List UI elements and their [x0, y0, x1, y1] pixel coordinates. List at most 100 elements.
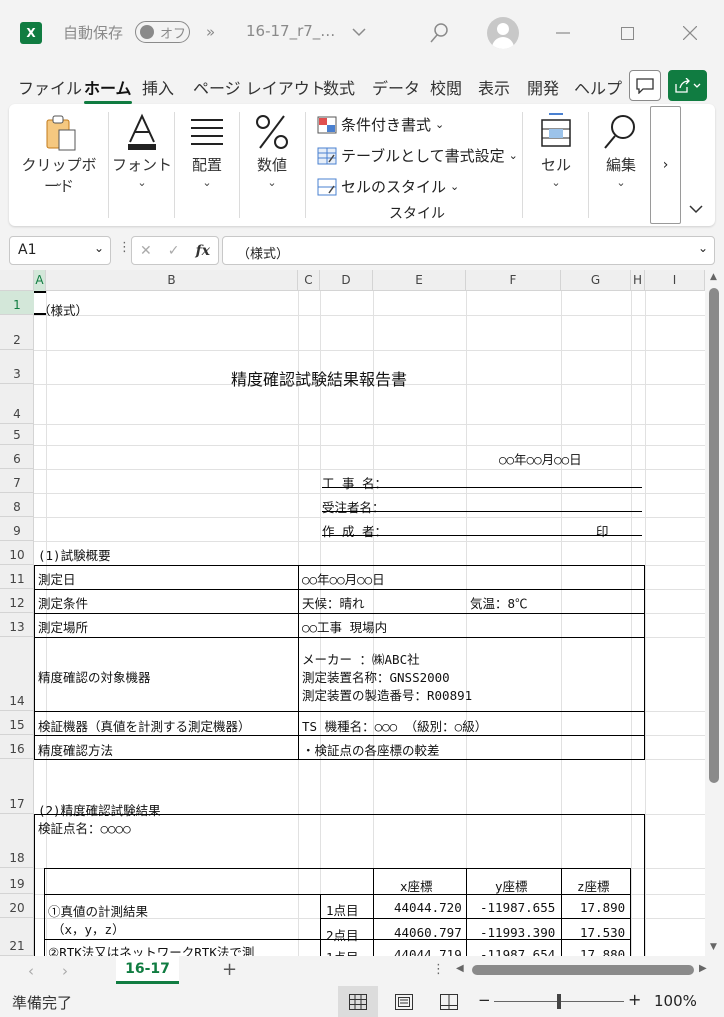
measure1-label[interactable]: ①真値の計測結果 [48, 901, 148, 920]
vertical-scrollbar[interactable]: ▲ ▼ [705, 270, 724, 956]
tab-insert[interactable]: 挿入 [142, 75, 174, 99]
editing-group[interactable]: 編集 ⌄ [589, 104, 653, 226]
tab-review[interactable]: 校閲 [430, 75, 462, 99]
measure1-sub[interactable]: （x，y，z） [52, 919, 125, 938]
cells-group[interactable]: セル ⌄ [524, 104, 588, 226]
insert-function-icon[interactable]: fx [196, 243, 210, 259]
x3[interactable]: 44044.719 [394, 947, 462, 956]
row-header-13[interactable]: 13 [0, 613, 34, 637]
row-header-12[interactable]: 12 [0, 589, 34, 613]
value-verify-device[interactable]: TS 機種名：○○○ （級別：○級） [302, 716, 487, 735]
point-2[interactable]: 2点目 [326, 925, 359, 944]
autosave-toggle[interactable]: オフ [135, 21, 190, 43]
tab-file[interactable]: ファイル [18, 75, 82, 99]
overview-heading[interactable]: (1)試験概要 [38, 545, 111, 564]
label-target[interactable]: 精度確認の対象機器 [38, 667, 151, 686]
select-all-button[interactable] [0, 270, 34, 291]
label-date[interactable]: 測定日 [38, 569, 76, 588]
value-date[interactable]: ○○年○○月○○日 [302, 569, 385, 588]
zoom-thumb[interactable] [557, 994, 561, 1009]
row-header-6[interactable]: 6 [0, 445, 34, 469]
row-header-10[interactable]: 10 [0, 541, 34, 565]
row-header-17[interactable]: 17 [0, 759, 34, 814]
value-device-name[interactable]: 測定装置名称：GNSS2000 [302, 667, 450, 686]
prev-sheet-icon[interactable]: ‹ [28, 962, 34, 980]
value-weather[interactable]: 天候：晴れ [302, 593, 365, 612]
col-header-h[interactable]: H [631, 270, 645, 291]
tab-help[interactable]: ヘルプ [574, 75, 622, 99]
tab-data[interactable]: データ [372, 75, 420, 99]
col-header-c[interactable]: C [298, 270, 320, 291]
measure2-label[interactable]: ②RTK法又はネットワークRTK法で測 [48, 942, 254, 956]
font-group[interactable]: フォント ⌄ [111, 104, 173, 226]
add-sheet-button[interactable]: + [222, 959, 237, 980]
point-1[interactable]: 1点目 [326, 900, 359, 919]
col-header-d[interactable]: D [320, 270, 373, 291]
row-header-8[interactable]: 8 [0, 493, 34, 517]
cell-style-button[interactable]: セルのスタイル ⌄ [317, 176, 459, 197]
col-header-a[interactable]: A [34, 270, 46, 291]
check-point-name[interactable]: 検証点名：○○○○ [38, 818, 131, 837]
row-header-1[interactable]: 1 [0, 291, 34, 315]
cancel-icon[interactable]: ✕ [140, 243, 152, 259]
scroll-left-icon[interactable]: ◀ [456, 963, 464, 974]
close-icon[interactable] [675, 18, 705, 48]
juchu-label[interactable]: 受注者名： [322, 497, 385, 516]
scroll-thumb[interactable] [709, 288, 719, 783]
label-condition[interactable]: 測定条件 [38, 593, 88, 612]
tab-formulas[interactable]: 数式 [323, 75, 355, 99]
cell-a1[interactable]: （様式） [38, 300, 88, 319]
col-header-i[interactable]: I [645, 270, 705, 291]
name-box[interactable]: A1 ⌄ [9, 236, 111, 265]
page-break-view-button[interactable] [429, 986, 469, 1017]
value-method[interactable]: ・検証点の各座標の較差 [302, 740, 440, 759]
row-header-16[interactable]: 16 [0, 735, 34, 759]
koji-label[interactable]: 工 事 名： [322, 473, 387, 492]
tab-home[interactable]: ホーム [84, 75, 132, 104]
value-temperature[interactable]: 気温：8℃ [470, 593, 528, 612]
file-name[interactable]: 16-17_r7_… [246, 22, 335, 40]
row-header-4[interactable]: 4 [0, 384, 34, 424]
value-maker[interactable]: メーカー ：㈱ABC社 [302, 649, 420, 668]
tab-page-layout[interactable]: ページ レイアウト [193, 75, 326, 99]
zoom-out-icon[interactable]: − [478, 991, 491, 1009]
row-header-9[interactable]: 9 [0, 517, 34, 541]
search-icon[interactable] [428, 22, 450, 44]
normal-view-button[interactable] [338, 986, 378, 1017]
sheet-tab-16-17[interactable]: 16-17 [116, 956, 179, 984]
col-header-b[interactable]: B [46, 270, 298, 291]
y1[interactable]: -11987.655 [480, 900, 555, 915]
scroll-down-icon[interactable]: ▼ [710, 942, 717, 952]
conditional-format-button[interactable]: 条件付き書式 ⌄ [317, 114, 444, 135]
row-header-20[interactable]: 20 [0, 894, 34, 918]
z2[interactable]: 17.530 [580, 925, 625, 940]
row-header-15[interactable]: 15 [0, 711, 34, 735]
clipboard-group[interactable]: クリップボード ⌄ [15, 104, 103, 226]
scroll-right-icon[interactable]: ▶ [699, 963, 707, 974]
chevron-down-icon[interactable] [352, 27, 366, 37]
maximize-icon[interactable] [612, 18, 642, 48]
seal-label[interactable]: 印 [596, 521, 609, 540]
value-serial[interactable]: 測定装置の製造番号：R00891 [302, 685, 472, 704]
minimize-icon[interactable] [548, 18, 578, 48]
results-heading[interactable]: (2)精度確認試験結果 [38, 800, 161, 819]
header-x[interactable]: x座標 [400, 876, 433, 895]
report-date[interactable]: ○○年○○月○○日 [499, 449, 582, 468]
x2[interactable]: 44060.797 [394, 925, 462, 940]
tab-view[interactable]: 表示 [478, 75, 510, 99]
row-header-18[interactable]: 18 [0, 814, 34, 868]
next-sheet-icon[interactable]: › [62, 962, 68, 980]
worksheet[interactable]: A B C D E F G H I 1 2 3 4 5 6 7 8 9 10 11 12 13 14 15 1… [0, 270, 724, 956]
share-button[interactable] [668, 70, 707, 101]
number-group[interactable]: 数値 ⌄ [240, 104, 304, 226]
point-3[interactable]: 1点目 [326, 947, 359, 956]
row-header-14[interactable]: 14 [0, 637, 34, 711]
tab-developer[interactable]: 開発 [527, 75, 559, 99]
col-header-g[interactable]: G [561, 270, 631, 291]
page-layout-view-button[interactable] [384, 986, 424, 1017]
col-header-e[interactable]: E [373, 270, 466, 291]
row-header-5[interactable]: 5 [0, 424, 34, 445]
alignment-group[interactable]: 配置 ⌄ [175, 104, 239, 226]
col-header-f[interactable]: F [466, 270, 561, 291]
horizontal-scroll-thumb[interactable] [472, 965, 694, 975]
